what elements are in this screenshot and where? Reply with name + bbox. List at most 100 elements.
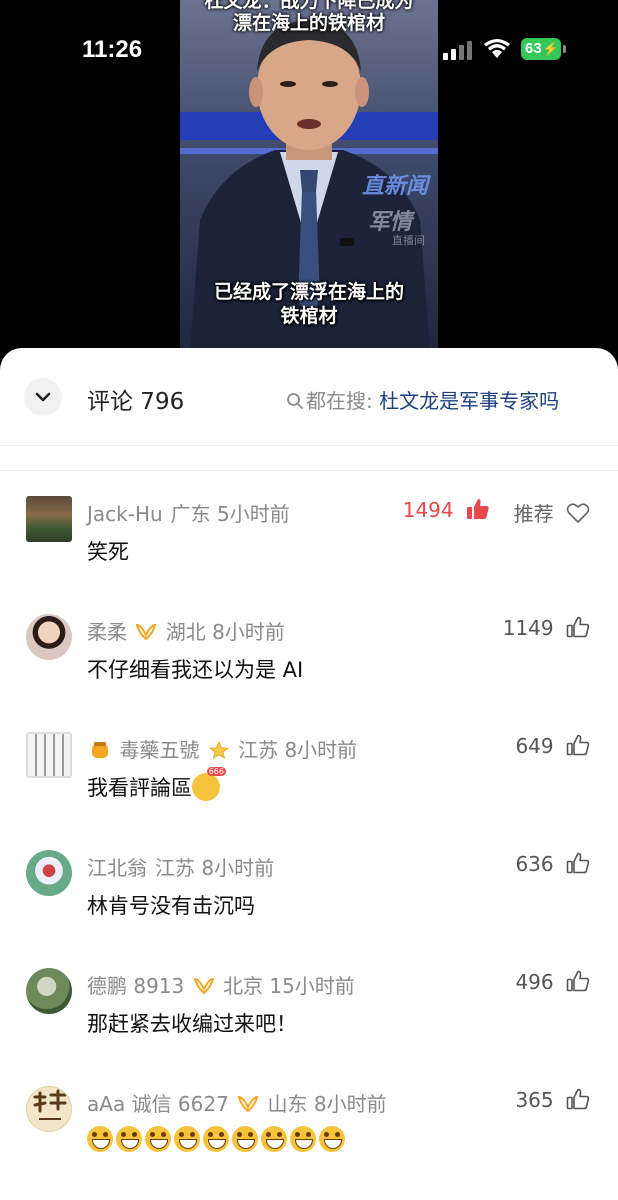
- comment-item: aAa 诚信 6627 山东 8小时前 365: [0, 1086, 618, 1200]
- comment-username[interactable]: 江北翁: [87, 856, 147, 880]
- thumbs-up-filled-icon: [467, 499, 489, 519]
- thinking-emoji-icon: 666: [192, 767, 226, 801]
- battery-indicator: 63 ⚡: [521, 38, 566, 60]
- avatar[interactable]: [26, 850, 72, 896]
- like-button[interactable]: 365: [515, 1088, 590, 1112]
- grin-emoji-icon: [174, 1126, 200, 1152]
- vip-badge-icon: [136, 623, 157, 641]
- caption-top-line2: 漂在海上的铁棺材: [232, 12, 385, 34]
- comment-text: 不仔细看我还以为是 AI: [87, 658, 304, 682]
- comment-time: 8小时前: [212, 620, 285, 644]
- grin-emoji-icon: [116, 1126, 142, 1152]
- comment-item: 毒藥五號 江苏 8小时前 我看評論區 666 649: [0, 732, 618, 850]
- watermark-zhibojian: 直播间: [392, 234, 425, 247]
- caption-top-line1: 杜文龙：战力下降已成为: [204, 0, 414, 12]
- subtitle-line2: 铁棺材: [280, 305, 338, 327]
- comment-time: 8小时前: [201, 856, 275, 880]
- comment-username[interactable]: aAa 诚信 6627: [87, 1092, 229, 1116]
- grin-emoji-icon: [290, 1126, 316, 1152]
- status-time: 11:26: [82, 36, 143, 63]
- like-button[interactable]: 1149: [503, 616, 590, 640]
- avatar[interactable]: [26, 496, 72, 542]
- avatar[interactable]: [26, 1086, 72, 1132]
- comment-username[interactable]: 柔柔: [87, 620, 127, 644]
- like-count: 636: [515, 852, 554, 876]
- heart-outline-icon: [566, 503, 590, 523]
- header-divider: [0, 470, 618, 471]
- battery-level: 63: [525, 40, 542, 57]
- comment-region: 江苏: [238, 738, 279, 762]
- vip-badge-icon: [193, 977, 214, 995]
- comment-meta: 柔柔 湖北 8小时前: [87, 616, 285, 645]
- grin-emoji-icon: [145, 1126, 171, 1152]
- vip-badge-icon: [237, 1095, 259, 1113]
- star-badge-icon: [208, 741, 229, 759]
- search-prefix: 都在搜:: [306, 389, 380, 413]
- comment-text: 那赶紧去收编过来吧！: [87, 1012, 297, 1036]
- thumbs-up-icon: [566, 734, 590, 756]
- avatar[interactable]: [26, 732, 72, 778]
- comment-region: 湖北: [165, 620, 206, 644]
- comments-count-title: 评论 796: [87, 389, 185, 415]
- comment-text: [87, 1126, 348, 1152]
- thumbs-up-icon: [566, 970, 590, 992]
- trending-search-link[interactable]: 都在搜: 杜文龙是军事专家吗: [286, 385, 559, 414]
- wifi-icon: [484, 39, 510, 58]
- avatar[interactable]: [26, 614, 72, 660]
- comment-username[interactable]: 毒藥五號: [119, 738, 199, 762]
- video-player[interactable]: 杜文龙：战力下降已成为 漂在海上的铁棺材 直新闻 军情 直播间 已经成了漂浮在海…: [0, 0, 618, 370]
- comment-meta: Jack-Hu 广东 5小时前: [87, 498, 290, 527]
- recommend-label: 推荐: [513, 502, 554, 526]
- grin-emoji-icon: [232, 1126, 258, 1152]
- thumbs-up-icon: [566, 852, 590, 874]
- video-subtitle: 已经成了漂浮在海上的 铁棺材: [180, 280, 438, 328]
- comment-region: 北京: [222, 974, 263, 998]
- comment-time: 8小时前: [284, 738, 358, 762]
- comment-item: 德鹏 8913 北京 15小时前 那赶紧去收编过来吧！ 496: [0, 968, 618, 1086]
- comment-username[interactable]: 德鹏 8913: [87, 974, 184, 998]
- thumbs-up-icon: [566, 1088, 590, 1110]
- subtitle-line1: 已经成了漂浮在海上的: [213, 281, 404, 303]
- comment-time: 15小时前: [269, 974, 355, 998]
- comment-time: 8小时前: [313, 1092, 387, 1116]
- honey-jar-badge-icon: [92, 742, 108, 758]
- comment-time: 5小时前: [217, 502, 290, 526]
- video-caption-top: 杜文龙：战力下降已成为 漂在海上的铁棺材: [180, 0, 438, 34]
- charging-bolt-icon: ⚡: [542, 41, 559, 56]
- comment-item: Jack-Hu 广东 5小时前 笑死 1494 推荐: [0, 496, 618, 614]
- collapse-comments-button[interactable]: [24, 378, 62, 416]
- emoji-666-tag: 666: [206, 767, 226, 776]
- comment-meta: 德鹏 8913 北京 15小时前: [87, 970, 355, 999]
- like-count: 1149: [502, 616, 554, 640]
- grin-emoji-icon: [261, 1126, 287, 1152]
- cellular-signal-icon: [443, 41, 472, 60]
- comment-text-content: 我看評論區: [87, 776, 192, 800]
- like-button[interactable]: 496: [515, 970, 590, 994]
- comment-item: 江北翁 江苏 8小时前 林肯号没有击沉吗 636: [0, 850, 618, 968]
- like-button[interactable]: 649: [515, 734, 590, 758]
- recommend-button[interactable]: 推荐: [514, 498, 590, 527]
- comment-text: 林肯号没有击沉吗: [87, 894, 255, 918]
- like-count: 1494: [402, 498, 454, 522]
- comment-meta: 江北翁 江苏 8小时前: [87, 852, 274, 881]
- like-count: 365: [515, 1088, 554, 1112]
- like-button[interactable]: 636: [515, 852, 590, 876]
- comment-text: 我看評論區 666: [87, 767, 226, 802]
- like-button[interactable]: 1494: [403, 498, 490, 522]
- avatar[interactable]: [26, 968, 72, 1014]
- comment-item: 柔柔 湖北 8小时前 不仔细看我还以为是 AI 1149: [0, 614, 618, 732]
- comment-region: 江苏: [155, 856, 195, 880]
- search-icon: [287, 393, 303, 409]
- like-count: 496: [515, 970, 554, 994]
- comments-panel: 评论 796 都在搜: 杜文龙是军事专家吗 Jack-Hu 广东 5小时前 笑死 …: [0, 348, 618, 1200]
- comment-meta: aAa 诚信 6627 山东 8小时前: [87, 1088, 387, 1117]
- comment-text: 笑死: [87, 540, 129, 564]
- comment-username[interactable]: Jack-Hu: [87, 502, 163, 526]
- comment-meta: 毒藥五號 江苏 8小时前: [87, 734, 357, 763]
- chevron-down-icon: [35, 392, 51, 402]
- watermark-zhixinwen: 直新闻: [362, 174, 429, 199]
- comment-region: 山东: [267, 1092, 308, 1116]
- comments-header: 评论 796 都在搜: 杜文龙是军事专家吗: [0, 348, 618, 446]
- comment-region: 广东: [170, 502, 211, 526]
- search-term: 杜文龙是军事专家吗: [379, 389, 560, 413]
